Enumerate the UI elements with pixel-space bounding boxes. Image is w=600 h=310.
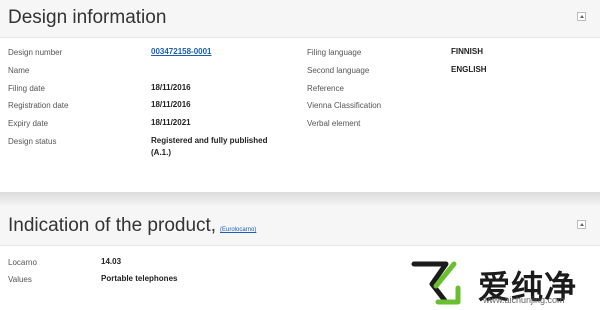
label-locarno: Locarno bbox=[8, 258, 37, 267]
value-filing-language: FINNISH bbox=[451, 47, 483, 56]
panel-title: Design information bbox=[8, 7, 167, 28]
label-values: Values bbox=[8, 275, 32, 284]
value-registration-date: 18/11/2016 bbox=[151, 100, 191, 109]
label-verbal-element: Verbal element bbox=[307, 119, 361, 128]
value-filing-date: 18/11/2016 bbox=[151, 83, 191, 92]
panel-header: Indication of the product, bbox=[0, 208, 600, 246]
label-vienna-classification: Vienna Classification bbox=[307, 101, 382, 110]
collapse-icon[interactable] bbox=[577, 12, 586, 21]
label-second-language: Second language bbox=[307, 66, 370, 75]
eurolocarno-link[interactable]: (Eurolocarno) bbox=[220, 227, 256, 233]
panel-header: Design information bbox=[0, 0, 600, 38]
label-filing-language: Filing language bbox=[307, 48, 362, 57]
label-reference: Reference bbox=[307, 84, 344, 93]
value-expiry-date: 18/11/2021 bbox=[151, 118, 191, 127]
label-design-number: Design number bbox=[8, 48, 63, 57]
watermark-logo-icon bbox=[411, 261, 461, 305]
design-information-panel: Design information Design number 0034721… bbox=[0, 0, 600, 192]
value-second-language: ENGLISH bbox=[451, 65, 487, 74]
value-design-status-line1: Registered and fully published bbox=[151, 136, 268, 145]
value-locarno: 14.03 bbox=[101, 257, 122, 266]
watermark-url: www.aichunjing.com bbox=[483, 295, 565, 305]
panel-title: Indication of the product, bbox=[8, 215, 217, 236]
value-design-status-line2: (A.1.) bbox=[151, 148, 171, 157]
label-design-status: Design status bbox=[8, 137, 57, 146]
label-registration-date: Registration date bbox=[8, 101, 69, 110]
value-values: Portable telephones bbox=[101, 274, 178, 283]
label-expiry-date: Expiry date bbox=[8, 119, 49, 128]
label-name: Name bbox=[8, 66, 30, 75]
collapse-icon[interactable] bbox=[577, 220, 586, 229]
label-filing-date: Filing date bbox=[8, 84, 45, 93]
design-number-link[interactable]: 003472158-0001 bbox=[151, 46, 212, 58]
